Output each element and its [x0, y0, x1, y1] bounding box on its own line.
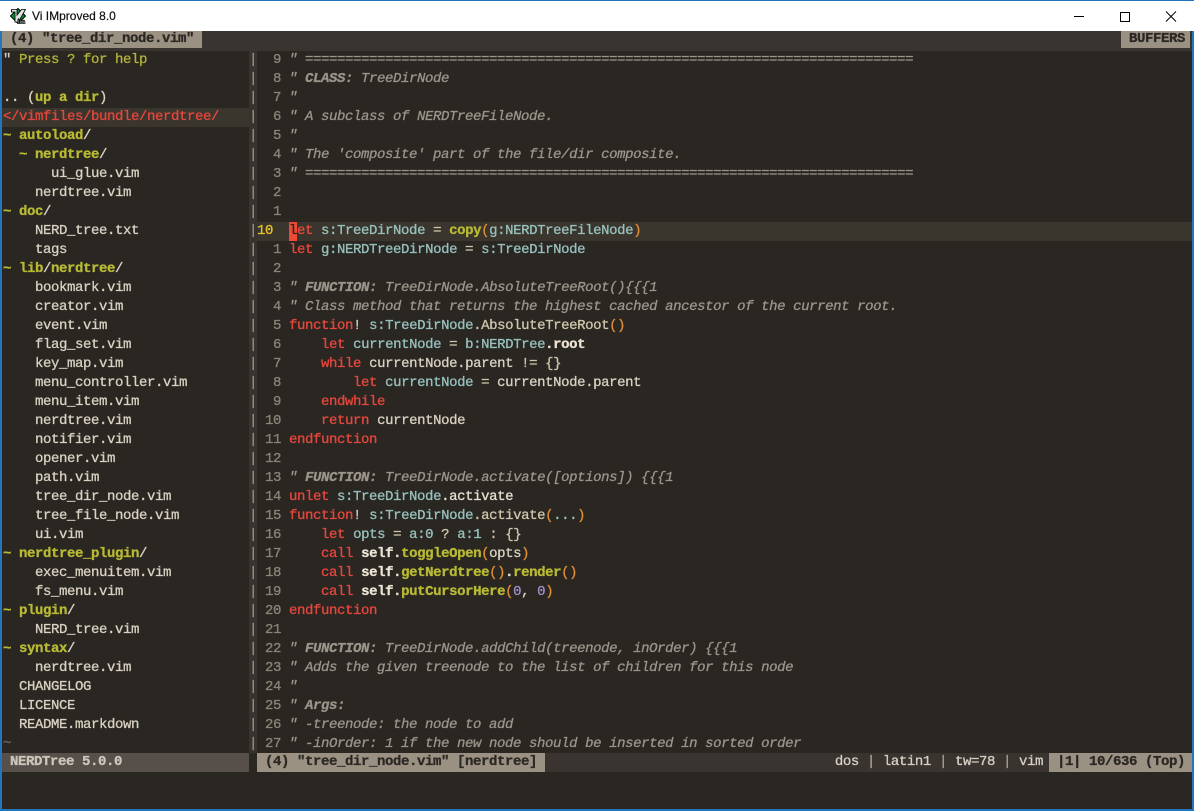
svg-text:im: im — [18, 18, 26, 25]
